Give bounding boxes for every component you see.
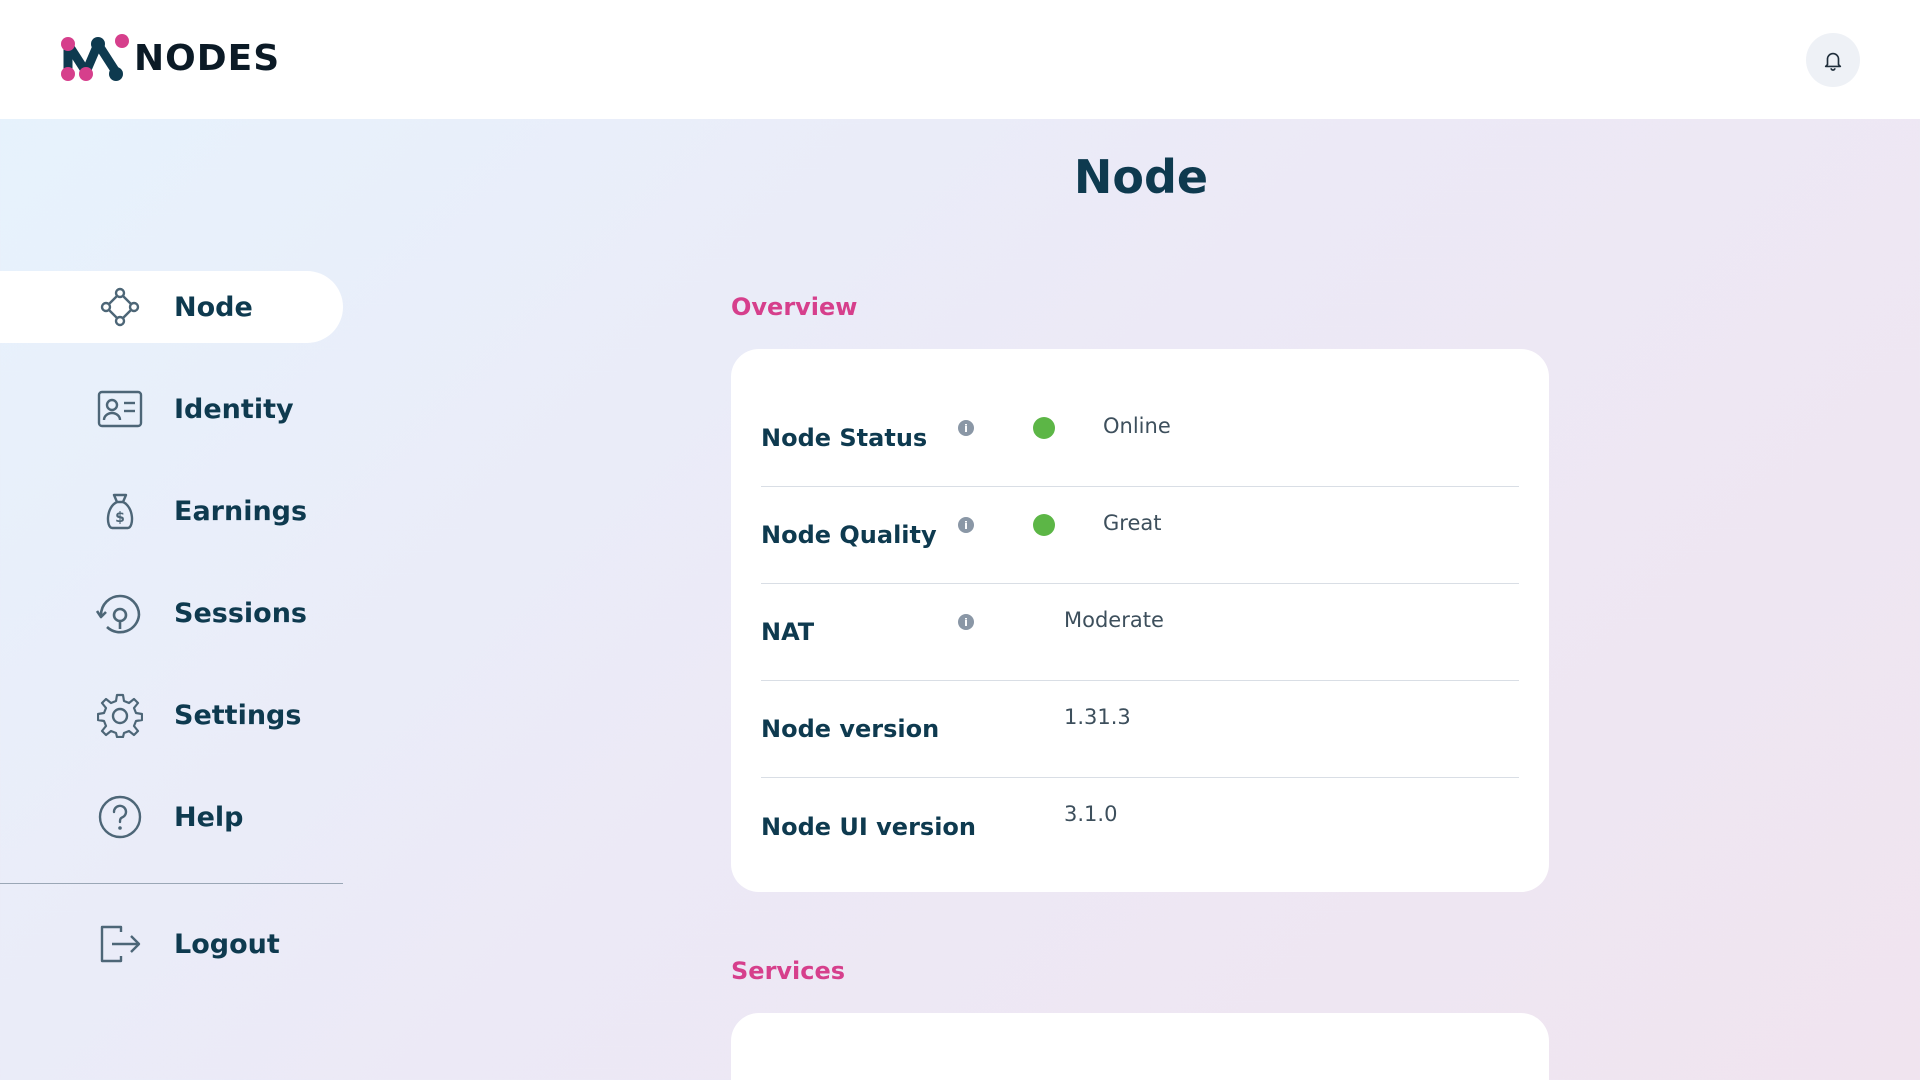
bell-icon xyxy=(1824,52,1842,71)
node-status-dot xyxy=(1033,417,1055,439)
node-status-info-icon[interactable]: i xyxy=(958,420,974,436)
sidebar-item-label: Earnings xyxy=(174,495,308,527)
sidebar-item-identity[interactable]: Identity xyxy=(0,373,343,445)
row-label: NAT xyxy=(761,618,815,646)
node-version-value: 1.31.3 xyxy=(1064,705,1131,729)
table-row: NAT xyxy=(761,584,1519,681)
overview-heading: Overview xyxy=(731,293,858,321)
table-row: Node version xyxy=(761,681,1519,778)
sidebar-item-label: Sessions xyxy=(174,597,307,629)
svg-text:$: $ xyxy=(115,510,125,526)
sidebar-item-label: Node xyxy=(174,291,253,323)
money-bag-icon: $ xyxy=(94,485,146,537)
row-label: Node Quality xyxy=(761,521,937,549)
sidebar-divider xyxy=(0,883,343,884)
row-label: Node Status xyxy=(761,424,928,452)
services-card xyxy=(731,1013,1549,1080)
sidebar-item-help[interactable]: Help xyxy=(0,781,343,853)
sidebar-item-label: Help xyxy=(174,801,244,833)
sidebar-item-label: Identity xyxy=(174,393,294,425)
node-quality-value: Great xyxy=(1103,511,1162,535)
nat-value: Moderate xyxy=(1064,608,1164,632)
row-label: Node UI version xyxy=(761,812,977,841)
sidebar-item-node[interactable]: Node xyxy=(0,271,343,343)
logout-button[interactable]: Logout xyxy=(0,908,343,980)
node-status-value: Online xyxy=(1103,414,1171,438)
logout-icon xyxy=(94,918,146,970)
sidebar-item-earnings[interactable]: $ Earnings xyxy=(0,475,343,547)
gear-icon xyxy=(94,689,146,741)
sidebar: Node Identity $ Earnings Sessions Settin… xyxy=(0,0,343,1080)
sidebar-item-label: Settings xyxy=(174,699,302,731)
table-row: Node Quality xyxy=(761,487,1519,584)
identity-card-icon xyxy=(94,383,146,435)
notifications-button[interactable] xyxy=(1806,33,1860,87)
sessions-icon xyxy=(94,587,146,639)
logout-label: Logout xyxy=(174,928,280,960)
help-icon xyxy=(94,791,146,843)
table-row: Node Status xyxy=(761,390,1519,487)
node-ui-version-value: 3.1.0 xyxy=(1064,802,1118,826)
sidebar-item-sessions[interactable]: Sessions xyxy=(0,577,343,649)
node-icon xyxy=(94,281,146,333)
services-heading: Services xyxy=(731,957,846,985)
nat-info-icon[interactable]: i xyxy=(958,614,974,630)
node-quality-info-icon[interactable]: i xyxy=(958,517,974,533)
row-label: Node version xyxy=(761,715,940,743)
table-row: Node UI version xyxy=(761,778,1519,875)
sidebar-item-settings[interactable]: Settings xyxy=(0,679,343,751)
node-quality-dot xyxy=(1033,514,1055,536)
